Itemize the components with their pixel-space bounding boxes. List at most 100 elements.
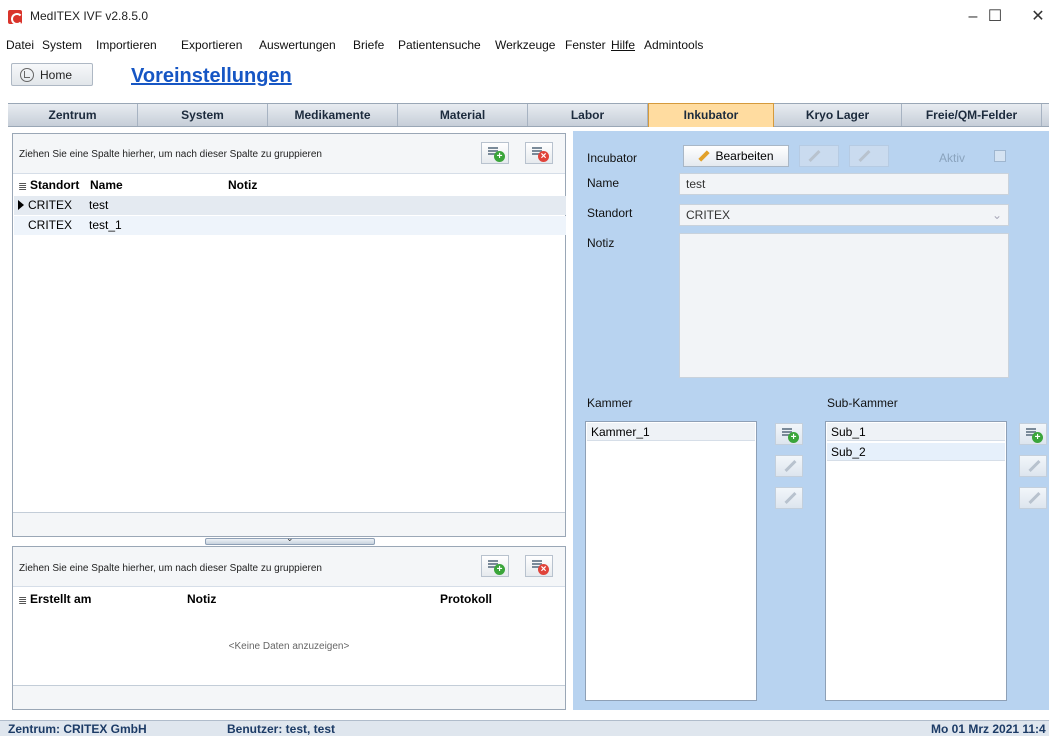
subchamber-list[interactable]: Sub_1 Sub_2 xyxy=(825,421,1007,701)
active-label: Aktiv xyxy=(939,151,966,165)
name-label: Name xyxy=(587,176,620,190)
menu-werkzeuge[interactable]: Werkzeuge xyxy=(495,38,555,52)
add-icon xyxy=(1026,428,1043,443)
menu-system[interactable]: System xyxy=(42,38,82,52)
page-title: Voreinstellungen xyxy=(131,65,292,87)
tab-material[interactable]: Material xyxy=(398,104,528,126)
notes-label: Notiz xyxy=(587,236,615,250)
list-item[interactable]: Sub_1 xyxy=(827,423,1005,441)
column-header-notiz[interactable]: Notiz xyxy=(228,178,257,192)
pencil-icon xyxy=(698,150,711,162)
protocol-grid: Ziehen Sie eine Spalte hierher, um nach … xyxy=(12,546,566,710)
menu-importieren[interactable]: Importieren xyxy=(96,38,157,52)
edit-subchamber-button[interactable] xyxy=(1019,455,1047,477)
add-subchamber-button[interactable] xyxy=(1019,423,1047,445)
edit-button[interactable]: Bearbeiten xyxy=(683,145,789,167)
subchamber-label: Sub-Kammer xyxy=(827,396,898,410)
delete-row-button[interactable] xyxy=(525,555,553,577)
group-panel[interactable]: Ziehen Sie eine Spalte hierher, um nach … xyxy=(13,134,565,174)
title-bar: MedITEX IVF v2.8.5.0 – ☐ ✕ xyxy=(0,0,1049,34)
menu-patientensuche[interactable]: Patientensuche xyxy=(398,38,481,52)
delete-subchamber-button[interactable] xyxy=(1019,487,1047,509)
status-user: Benutzer: test, test xyxy=(227,722,336,736)
pencil-icon xyxy=(783,459,797,473)
tab-inkubator[interactable]: Inkubator xyxy=(648,103,774,127)
row-indicator-icon xyxy=(18,200,24,210)
tab-zentrum[interactable]: Zentrum xyxy=(8,104,138,126)
close-button[interactable]: ✕ xyxy=(1018,4,1049,30)
chamber-list[interactable]: Kammer_1 xyxy=(585,421,757,701)
delete-row-icon xyxy=(532,560,549,575)
column-header-name[interactable]: Name xyxy=(90,178,123,192)
empty-grid-text: <Keine Daten anzuzeigen> xyxy=(228,641,350,652)
active-checkbox[interactable] xyxy=(994,150,1006,162)
home-button[interactable]: Home xyxy=(11,63,93,86)
group-panel[interactable]: Ziehen Sie eine Spalte hierher, um nach … xyxy=(13,547,565,587)
add-row-icon xyxy=(488,147,505,162)
cell-name: test_1 xyxy=(89,218,122,232)
group-hint: Ziehen Sie eine Spalte hierher, um nach … xyxy=(19,149,322,160)
window-title: MedITEX IVF v2.8.5.0 xyxy=(30,9,149,23)
incubator-label: Incubator xyxy=(587,151,638,165)
list-item[interactable]: Sub_2 xyxy=(827,443,1005,461)
incubator-grid: Ziehen Sie eine Spalte hierher, um nach … xyxy=(12,133,566,537)
menu-hilfe[interactable]: Hilfe xyxy=(611,38,635,52)
save-check-icon xyxy=(807,149,821,163)
name-field[interactable]: test xyxy=(679,173,1009,195)
cell-standort: CRITEX xyxy=(28,198,73,212)
tab-medikamente[interactable]: Medikamente xyxy=(268,104,398,126)
tab-system[interactable]: System xyxy=(138,104,268,126)
add-icon xyxy=(782,428,799,443)
column-header-erstellt-am[interactable]: Erstellt am xyxy=(30,592,91,606)
tab-labor[interactable]: Labor xyxy=(528,104,648,126)
add-chamber-button[interactable] xyxy=(775,423,803,445)
status-center: Zentrum: CRITEX GmbH xyxy=(8,722,147,736)
location-label: Standort xyxy=(587,206,633,220)
grid-footer xyxy=(13,685,565,709)
add-row-icon xyxy=(488,560,505,575)
cancel-icon xyxy=(857,149,871,163)
add-row-button[interactable] xyxy=(481,142,509,164)
app-logo-icon xyxy=(8,10,23,25)
menu-datei[interactable]: Datei xyxy=(6,38,34,52)
edit-button-label: Bearbeiten xyxy=(715,149,774,163)
column-header-protokoll[interactable]: Protokoll xyxy=(440,592,492,606)
maximize-button[interactable]: ☐ xyxy=(975,4,1015,30)
status-datetime: Mo 01 Mrz 2021 11:4 xyxy=(931,722,1046,736)
column-header-notiz[interactable]: Notiz xyxy=(187,592,216,606)
chevron-down-icon[interactable]: ⌄ xyxy=(286,533,294,544)
column-chooser-icon[interactable]: ≣ xyxy=(18,594,27,607)
pencil-icon xyxy=(1027,459,1041,473)
table-row[interactable]: CRITEX test_1 xyxy=(14,216,566,235)
menu-admintools[interactable]: Admintools xyxy=(644,38,703,52)
home-button-label: Home xyxy=(40,67,73,82)
menu-fenster[interactable]: Fenster xyxy=(565,38,606,52)
delete-row-button[interactable] xyxy=(525,142,553,164)
delete-icon xyxy=(1027,491,1041,505)
column-chooser-icon[interactable]: ≣ xyxy=(18,180,27,193)
delete-icon xyxy=(783,491,797,505)
delete-row-icon xyxy=(532,147,549,162)
table-row[interactable]: CRITEX test xyxy=(14,196,566,215)
add-row-button[interactable] xyxy=(481,555,509,577)
cell-standort: CRITEX xyxy=(28,218,73,232)
tab-freie-qm-felder[interactable]: Freie/QM-Felder xyxy=(902,104,1042,126)
column-header-standort[interactable]: Standort xyxy=(30,178,79,192)
cancel-button[interactable] xyxy=(849,145,889,167)
save-button[interactable] xyxy=(799,145,839,167)
edit-chamber-button[interactable] xyxy=(775,455,803,477)
location-select[interactable]: CRITEX ⌄ xyxy=(679,204,1009,226)
home-icon xyxy=(20,67,34,82)
menu-bar: Datei System Importieren Exportieren Aus… xyxy=(0,34,1049,56)
cell-name: test xyxy=(89,198,109,212)
status-bar: Zentrum: CRITEX GmbH Benutzer: test, tes… xyxy=(0,720,1049,736)
delete-chamber-button[interactable] xyxy=(775,487,803,509)
incubator-detail-panel: Incubator Bearbeiten Aktiv Name test Sta… xyxy=(573,131,1049,710)
list-item[interactable]: Kammer_1 xyxy=(587,423,755,441)
menu-auswertungen[interactable]: Auswertungen xyxy=(259,38,336,52)
notes-textarea[interactable] xyxy=(679,233,1009,378)
tab-kryo-lager[interactable]: Kryo Lager xyxy=(774,104,902,126)
menu-exportieren[interactable]: Exportieren xyxy=(181,38,242,52)
menu-briefe[interactable]: Briefe xyxy=(353,38,384,52)
chamber-label: Kammer xyxy=(587,396,633,410)
